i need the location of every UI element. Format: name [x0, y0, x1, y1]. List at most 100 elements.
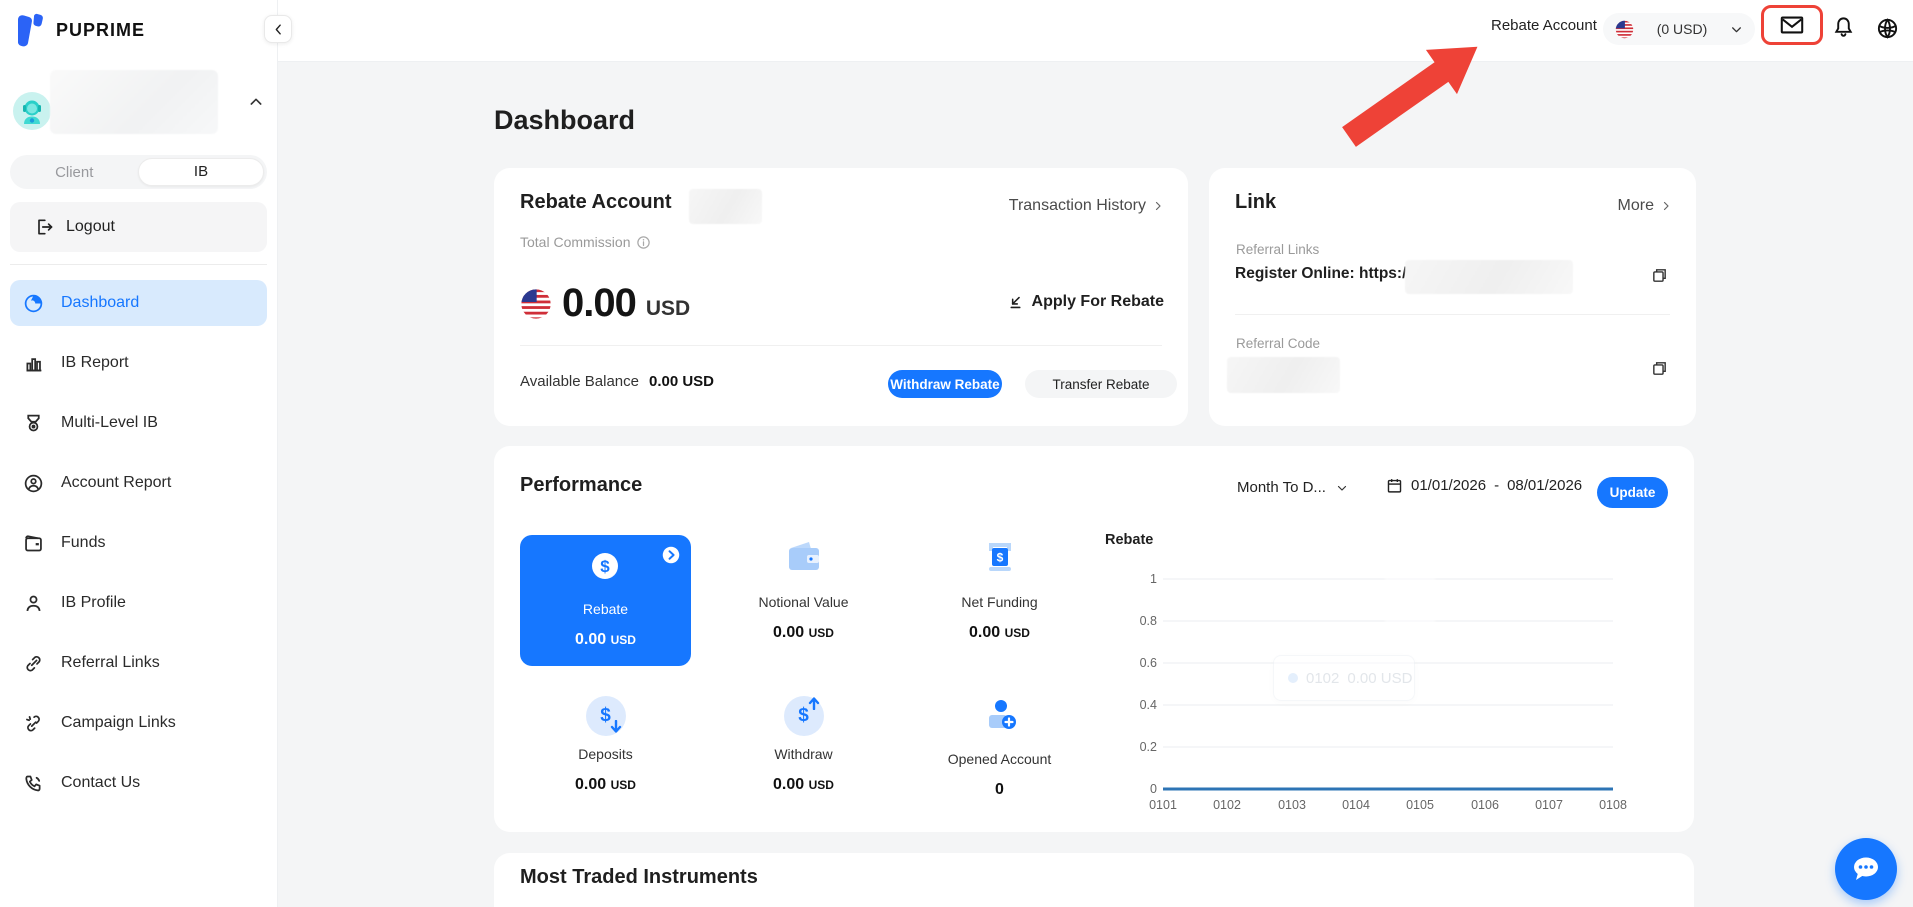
x-tick: 0101	[1149, 798, 1177, 812]
y-tick: 0.2	[1140, 740, 1157, 754]
date-end: 08/01/2026	[1507, 477, 1583, 494]
copy-referral-link-button[interactable]	[1651, 267, 1668, 289]
copy-referral-code-button[interactable]	[1651, 360, 1668, 382]
referral-links-label: Referral Links	[1236, 242, 1320, 257]
account-type-label: Rebate Account	[1491, 17, 1597, 34]
chevron-up-icon[interactable]	[248, 94, 264, 115]
medal-icon	[22, 412, 44, 434]
bell-icon	[1834, 17, 1852, 37]
rebate-coin-icon: $	[591, 553, 618, 579]
notifications-button[interactable]	[1830, 14, 1856, 40]
transfer-rebate-button[interactable]: Transfer Rebate	[1025, 370, 1177, 398]
sidebar-item-contact-us[interactable]: Contact Us	[10, 760, 267, 806]
robot-avatar-icon	[23, 100, 41, 124]
sidebar-item-ib-profile[interactable]: IB Profile	[10, 580, 267, 626]
link-icon	[22, 652, 44, 674]
tab-ib[interactable]: IB	[138, 158, 264, 186]
tile-label: Opened Account	[947, 751, 1052, 767]
performance-title: Performance	[520, 474, 643, 496]
sidebar-item-label: Multi-Level IB	[61, 414, 158, 431]
account-selector[interactable]: (0 USD)	[1603, 13, 1755, 45]
redacted-referral-code	[1227, 357, 1340, 393]
card-divider	[1235, 314, 1670, 315]
sidebar-divider	[10, 264, 267, 265]
sidebar-item-label: IB Report	[61, 354, 129, 371]
withdraw-rebate-button[interactable]: Withdraw Rebate	[888, 370, 1002, 398]
tab-client[interactable]: Client	[10, 164, 139, 181]
sidebar-item-funds[interactable]: Funds	[10, 520, 267, 566]
sidebar-item-multi-level-ib[interactable]: Multi-Level IB	[10, 400, 267, 446]
sidebar-item-ib-report[interactable]: IB Report	[10, 340, 267, 386]
main-content: Dashboard Rebate Account Transaction His…	[278, 62, 1913, 907]
info-icon[interactable]	[636, 235, 651, 250]
globe-icon	[1877, 17, 1897, 39]
y-tick: 0.4	[1140, 698, 1157, 712]
metric-tile-withdraw[interactable]: $ Withdraw 0.00 USD	[718, 696, 889, 794]
copy-icon	[1653, 269, 1666, 282]
rebate-account-card: Rebate Account Transaction History Total…	[494, 168, 1188, 426]
metric-tile-opened-account[interactable]: Opened Account 0	[914, 696, 1085, 799]
logout-button[interactable]: Logout	[10, 202, 267, 252]
most-traded-title: Most Traded Instruments	[520, 866, 758, 888]
phone-icon	[22, 772, 44, 794]
redacted-referral-url	[1405, 260, 1573, 294]
transaction-history-link[interactable]: Transaction History	[1009, 197, 1164, 215]
apply-for-rebate-label: Apply For Rebate	[1031, 293, 1164, 310]
sidebar-collapse-button[interactable]	[264, 15, 292, 43]
profile-section[interactable]	[0, 64, 278, 136]
sidebar-item-campaign-links[interactable]: Campaign Links	[10, 700, 267, 746]
puprime-logo-icon	[17, 13, 43, 47]
total-commission-amount: 0.00	[562, 281, 637, 325]
sidebar-item-account-report[interactable]: Account Report	[10, 460, 267, 506]
withdraw-icon: $	[783, 696, 824, 736]
sidebar-item-label: Campaign Links	[61, 714, 176, 731]
chevron-right-icon	[1155, 201, 1161, 211]
bar-chart-icon	[22, 352, 44, 374]
net-funding-icon: $	[988, 543, 1011, 571]
x-tick: 0107	[1535, 798, 1563, 812]
svg-text:$: $	[996, 551, 1003, 565]
notional-value-wallet-icon	[788, 542, 819, 570]
person-icon	[22, 592, 44, 614]
sidebar-menu: Dashboard IB Report Multi-Level IB Accou…	[10, 280, 267, 820]
x-tick: 0106	[1471, 798, 1499, 812]
tile-label: Net Funding	[961, 594, 1038, 610]
link-card: Link More Referral Links Register Online…	[1209, 168, 1696, 426]
date-range-picker[interactable]: 01/01/2026 - 08/01/2026	[1386, 477, 1582, 494]
period-dropdown[interactable]: Month To D...	[1237, 479, 1348, 496]
sidebar-item-referral-links[interactable]: Referral Links	[10, 640, 267, 686]
us-flag-icon	[1615, 20, 1634, 38]
chat-bubble-icon	[1854, 857, 1878, 880]
sidebar-item-label: IB Profile	[61, 594, 126, 611]
logout-label: Logout	[66, 218, 115, 235]
brand-logo[interactable]: PUPRIME	[14, 12, 145, 48]
mail-button[interactable]	[1779, 12, 1805, 38]
tile-unit: USD	[610, 633, 636, 647]
available-balance-value: 0.00 USD	[648, 373, 715, 390]
more-link[interactable]: More	[1618, 197, 1672, 215]
account-type-tabs: Client IB	[10, 155, 267, 189]
x-tick: 0103	[1278, 798, 1306, 812]
chevron-left-icon	[275, 23, 281, 35]
metric-tile-rebate[interactable]: $ Rebate 0.00 USD	[520, 535, 691, 666]
tooltip-value: 0.00 USD	[1347, 669, 1413, 687]
most-traded-card: Most Traded Instruments	[494, 853, 1694, 907]
sidebar-item-label: Referral Links	[61, 654, 160, 671]
metric-tile-net-funding[interactable]: $ Net Funding 0.00 USD	[914, 539, 1085, 642]
metric-tile-notional-value[interactable]: Notional Value 0.00 USD	[718, 539, 889, 642]
apply-for-rebate-button[interactable]: Apply For Rebate	[1007, 293, 1164, 311]
language-button[interactable]	[1874, 15, 1900, 41]
period-value: Month To D...	[1237, 479, 1326, 496]
tile-unit: USD	[610, 778, 636, 792]
sidebar-item-label: Account Report	[61, 474, 172, 491]
update-button[interactable]: Update	[1597, 477, 1668, 508]
tile-value: 0.00	[575, 631, 607, 648]
chat-support-button[interactable]	[1835, 838, 1897, 900]
sidebar-item-dashboard[interactable]: Dashboard	[10, 280, 267, 326]
wallet-icon	[22, 532, 44, 554]
metric-tile-deposits[interactable]: $ Deposits 0.00 USD	[520, 696, 691, 794]
x-tick: 0104	[1342, 798, 1370, 812]
chevron-down-icon	[1337, 485, 1347, 491]
deposits-icon: $	[585, 696, 626, 736]
mail-icon	[1780, 16, 1804, 34]
